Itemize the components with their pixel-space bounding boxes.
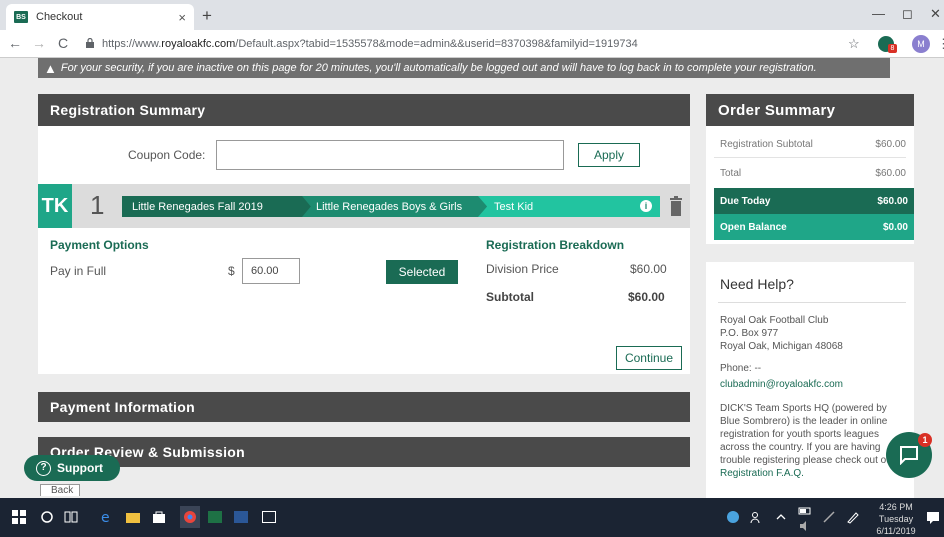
battery-icon[interactable] [798, 504, 812, 518]
photos-icon[interactable] [262, 510, 276, 524]
registration-summary-header: Registration Summary [38, 94, 690, 126]
chrome-icon[interactable] [180, 506, 200, 528]
help-tray-icon[interactable] [726, 510, 740, 524]
tab-close-icon[interactable]: × [178, 10, 186, 25]
taskbar-date[interactable]: 6/11/2019 [868, 526, 924, 536]
excel-icon[interactable] [208, 510, 222, 524]
email-link[interactable]: clubadmin@royaloakfc.com [720, 378, 843, 391]
order-summary-header: Order Summary [706, 94, 914, 126]
people-icon[interactable] [750, 510, 764, 524]
cortana-icon[interactable] [40, 510, 54, 524]
tab-title: Checkout [36, 11, 83, 23]
summary-row-open-balance: Open Balance $0.00 [714, 214, 914, 240]
windows-start-icon[interactable] [12, 510, 26, 524]
browser-menu-icon[interactable]: ⋮ [937, 36, 944, 52]
lock-icon [86, 37, 94, 51]
continue-button[interactable]: Continue [616, 346, 682, 370]
org-name: Royal Oak Football Club [720, 315, 829, 326]
division-price-label: Division Price [486, 262, 559, 276]
back-button[interactable]: Back [40, 484, 80, 496]
help-blurb: DICK'S Team Sports HQ (powered by Blue S… [720, 403, 896, 479]
trash-icon[interactable] [670, 196, 682, 216]
pay-in-full-label: Pay in Full [50, 264, 107, 278]
close-window-icon[interactable]: ✕ [930, 6, 941, 22]
info-icon[interactable]: i [640, 200, 652, 212]
selected-button[interactable]: Selected [386, 260, 458, 284]
edge-icon[interactable]: e [100, 510, 114, 526]
player-initials-avatar: TK [38, 184, 72, 228]
new-tab-icon[interactable]: + [202, 6, 212, 26]
coupon-code-input[interactable] [216, 140, 564, 170]
help-divider [718, 302, 906, 303]
extension-badge: 8 [888, 44, 897, 53]
reload-icon[interactable]: C [58, 35, 68, 51]
chat-icon [900, 446, 918, 465]
url-text: https://www.royaloakfc.com/Default.aspx?… [102, 38, 638, 50]
forward-icon[interactable]: → [32, 35, 46, 51]
payment-options-title: Payment Options [50, 238, 149, 252]
warning-text: For your security, if you are inactive o… [60, 62, 817, 74]
site-favicon-icon: BS [14, 11, 28, 23]
windows-taskbar: e 4:26 PM Tuesday 6/11/2019 [0, 498, 944, 537]
subtotal-label: Subtotal [486, 290, 534, 304]
taskbar-time[interactable]: 4:26 PM [868, 502, 924, 512]
summary-row-subtotal: Registration Subtotal $60.00 [714, 132, 906, 158]
phone-text: Phone: -- [720, 363, 762, 374]
registration-item: TK 1 Little Renegades Fall 2019 Little R… [38, 184, 690, 228]
wifi-icon[interactable] [822, 510, 836, 524]
coupon-label: Coupon Code: [128, 148, 206, 162]
volume-icon[interactable] [798, 520, 812, 534]
faq-link[interactable]: Registration F.A.Q. [720, 468, 804, 479]
address-bar: ← → C https://www.royaloakfc.com/Default… [0, 30, 944, 58]
order-summary-card: Registration Subtotal $60.00 Total $60.00 … [706, 126, 914, 244]
file-explorer-icon[interactable] [126, 510, 140, 524]
summary-row-total: Total $60.00 [720, 167, 906, 179]
support-button[interactable]: ? Support [24, 455, 120, 481]
registration-summary-card: Coupon Code: Apply TK 1 Little Renegades… [38, 126, 690, 374]
browser-tab[interactable]: BS Checkout × [6, 4, 194, 30]
breadcrumb-program: Little Renegades Fall 2019 [122, 196, 326, 217]
minimize-icon[interactable]: — [872, 6, 885, 21]
word-icon[interactable] [234, 510, 248, 524]
store-icon[interactable] [152, 510, 166, 524]
address-line-1: P.O. Box 977 [720, 328, 779, 339]
apply-coupon-button[interactable]: Apply [578, 143, 640, 167]
bookmark-star-icon[interactable]: ☆ [848, 36, 860, 52]
url-field[interactable]: https://www.royaloakfc.com/Default.aspx?… [86, 33, 886, 55]
help-circle-icon: ? [36, 460, 51, 476]
currency-symbol: $ [228, 264, 235, 278]
warning-icon: ▲ [44, 60, 57, 76]
notifications-icon[interactable] [926, 510, 940, 524]
breadcrumb-player: Test Kid [478, 196, 660, 217]
payment-amount-input[interactable] [242, 258, 300, 284]
restore-icon[interactable]: ◻ [902, 6, 913, 22]
taskbar-day[interactable]: Tuesday [868, 514, 924, 524]
task-view-icon[interactable] [64, 510, 78, 524]
support-label: Support [57, 461, 103, 475]
subtotal-value: $60.00 [628, 290, 665, 304]
payment-information-header[interactable]: Payment Information [38, 392, 690, 422]
address-line-2: Royal Oak, Michigan 48068 [720, 341, 843, 352]
pen-icon[interactable] [846, 510, 860, 524]
registration-number: 1 [90, 190, 105, 220]
security-warning-banner: ▲ For your security, if you are inactive… [38, 58, 890, 78]
svg-text:e: e [101, 510, 110, 524]
summary-row-due-today: Due Today $60.00 [714, 188, 914, 214]
division-price-value: $60.00 [630, 262, 667, 276]
tray-chevron-icon[interactable] [774, 510, 788, 524]
back-icon[interactable]: ← [8, 35, 22, 51]
help-card: Need Help? Royal Oak Football Club P.O. … [706, 262, 914, 498]
registration-breakdown-title: Registration Breakdown [486, 238, 625, 252]
help-title: Need Help? [720, 276, 794, 292]
order-review-header[interactable]: Order Review & Submission [38, 437, 690, 467]
browser-tab-bar: BS Checkout × + — ◻ ✕ [0, 0, 944, 30]
profile-avatar[interactable]: M [912, 35, 930, 53]
chat-notification-badge: 1 [918, 433, 932, 447]
